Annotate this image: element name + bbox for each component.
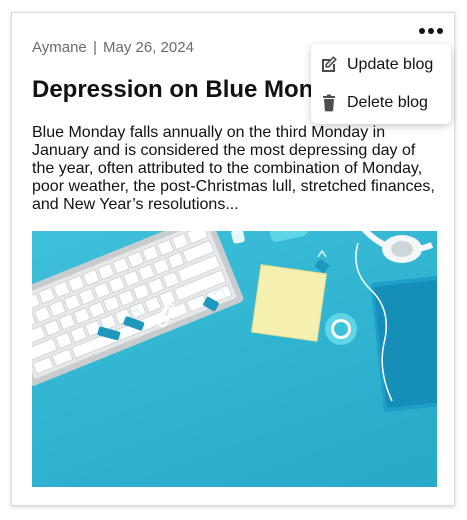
sticky-note-illustration xyxy=(251,264,327,342)
more-dot-icon xyxy=(419,28,425,34)
trash-icon xyxy=(319,93,339,113)
update-blog-label: Update blog xyxy=(347,56,434,73)
post-author: Aymane xyxy=(32,39,87,56)
delete-blog-label: Delete blog xyxy=(347,94,428,111)
tape-roll-illustration xyxy=(325,313,357,345)
more-dot-icon xyxy=(437,28,443,34)
more-dot-icon xyxy=(428,28,434,34)
headphones-cup-illustration xyxy=(382,235,422,263)
delete-blog-menu-item[interactable]: Delete blog xyxy=(311,85,451,121)
post-date: May 26, 2024 xyxy=(103,39,194,56)
post-title[interactable]: Depression on Blue Monday xyxy=(32,76,355,104)
blog-card: Aymane | May 26, 2024 Depression on Blue… xyxy=(11,12,455,506)
meta-separator: | xyxy=(92,39,97,56)
post-meta: Aymane | May 26, 2024 xyxy=(32,39,194,56)
more-options-button[interactable] xyxy=(419,24,443,38)
desk-illustration xyxy=(32,231,437,413)
edit-icon xyxy=(319,55,339,75)
update-blog-menu-item[interactable]: Update blog xyxy=(311,47,451,83)
notebook-illustration xyxy=(370,275,437,413)
post-cover-image[interactable] xyxy=(32,231,437,487)
marker-illustration xyxy=(231,231,308,244)
post-excerpt: Blue Monday falls annually on the third … xyxy=(32,124,435,213)
post-options-menu: Update blog Delete blog xyxy=(311,44,451,124)
